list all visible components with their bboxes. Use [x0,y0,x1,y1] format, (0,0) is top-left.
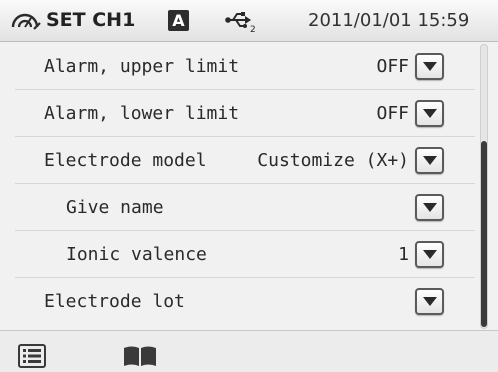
datetime-display: 2011/01/01 15:59 [308,10,470,31]
setting-label: Alarm, upper limit [44,56,240,77]
chevron-down-icon [423,203,437,212]
setting-row-alarm-lower[interactable]: Alarm, lower limit OFF [15,90,475,137]
setting-row-electrode-lot[interactable]: Electrode lot [15,278,475,325]
chevron-down-icon [423,62,437,71]
dropdown-button[interactable] [415,241,444,268]
dropdown-button[interactable] [415,147,444,174]
list-icon[interactable] [18,344,46,368]
book-icon[interactable] [122,345,158,367]
setting-row-electrode-model[interactable]: Electrode model Customize (X+) [15,137,475,184]
chevron-down-icon [423,297,437,306]
setting-row-ionic-valence[interactable]: Ionic valence 1 [15,231,475,278]
channel-badge: A [168,10,189,31]
gauge-icon [11,13,41,30]
settings-list: Alarm, upper limit OFF Alarm, lower limi… [15,43,475,330]
chevron-down-icon [423,156,437,165]
setting-value: OFF [376,103,409,124]
setting-label: Ionic valence [66,244,207,265]
dropdown-button[interactable] [415,53,444,80]
setting-label: Give name [66,197,164,218]
setting-value: 1 [398,244,409,265]
setting-row-alarm-upper[interactable]: Alarm, upper limit OFF [15,43,475,90]
header-bar: SET CH1 A 2 2011/01/01 15:59 [0,0,498,42]
dropdown-button[interactable] [415,288,444,315]
setting-label: Electrode lot [44,291,185,312]
setting-value: Customize (X+) [257,150,409,171]
chevron-down-icon [423,109,437,118]
svg-text:2: 2 [250,25,256,33]
settings-screen: SET CH1 A 2 2011/01/01 15:59 Alarm, uppe… [0,0,498,372]
setting-row-give-name[interactable]: Give name [15,184,475,231]
usb-icon: 2 [225,12,256,33]
setting-value: OFF [376,56,409,77]
scrollbar-thumb[interactable] [481,141,487,327]
chevron-down-icon [423,250,437,259]
footer-bar [0,330,498,372]
page-title: SET CH1 [46,9,136,31]
dropdown-button[interactable] [415,100,444,127]
setting-label: Electrode model [44,150,207,171]
dropdown-button[interactable] [415,194,444,221]
setting-label: Alarm, lower limit [44,103,240,124]
